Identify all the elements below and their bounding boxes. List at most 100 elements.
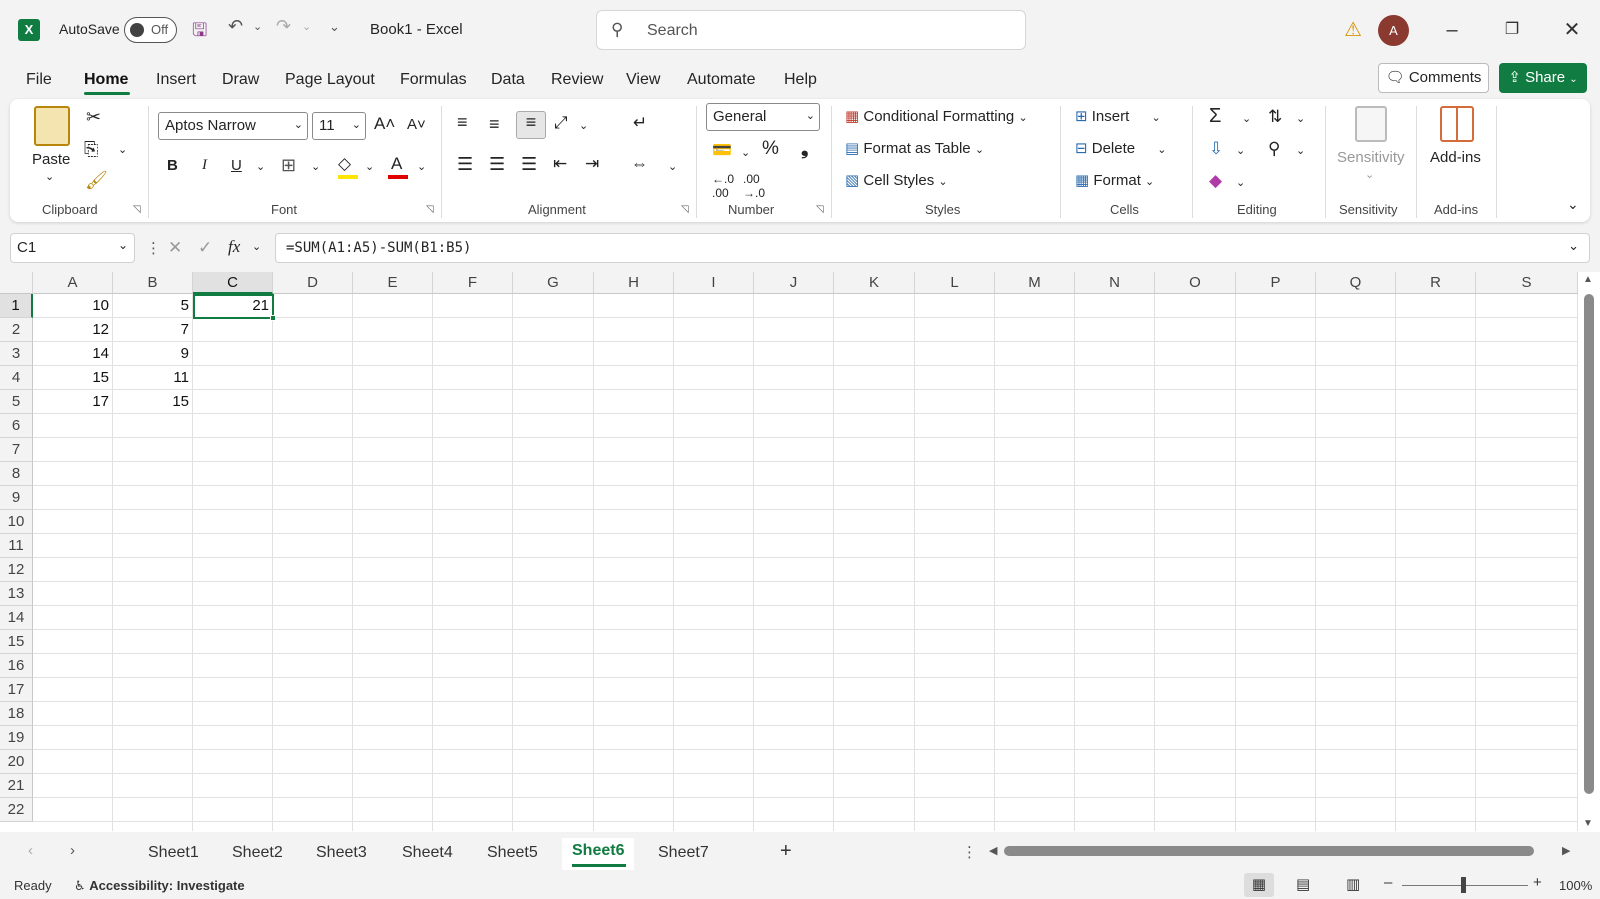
bottom-align-button[interactable]: ≡ bbox=[516, 111, 546, 139]
paste-dropdown-icon[interactable]: ⌄ bbox=[45, 170, 54, 183]
sensitivity-dropdown-icon[interactable]: ⌄ bbox=[1365, 168, 1374, 181]
row-header-3[interactable]: 3 bbox=[0, 342, 33, 366]
row-header-1[interactable]: 1 bbox=[0, 294, 33, 318]
cell-b2[interactable]: 7 bbox=[113, 318, 193, 342]
cell-b5[interactable]: 15 bbox=[113, 390, 193, 414]
merge-center-icon[interactable]: ⇔ bbox=[631, 154, 648, 174]
column-header-d[interactable]: D bbox=[273, 272, 353, 294]
underline-dropdown-icon[interactable]: ⌄ bbox=[256, 160, 265, 173]
column-header-k[interactable]: K bbox=[834, 272, 915, 294]
number-format-select[interactable]: General ⌄ bbox=[706, 103, 820, 131]
bold-button[interactable]: B bbox=[167, 157, 178, 174]
decrease-decimal-icon[interactable]: .00 →.0 bbox=[743, 172, 765, 200]
cell-a4[interactable]: 15 bbox=[33, 366, 113, 390]
underline-button[interactable]: U bbox=[231, 157, 242, 174]
percent-icon[interactable]: % bbox=[762, 138, 779, 160]
tab-draw[interactable]: Draw bbox=[222, 71, 259, 89]
currency-dropdown-icon[interactable]: ⌄ bbox=[741, 146, 750, 159]
scroll-right-icon[interactable]: ▶ bbox=[1562, 844, 1570, 857]
merge-dropdown-icon[interactable]: ⌄ bbox=[668, 160, 677, 173]
tab-review[interactable]: Review bbox=[551, 71, 603, 89]
undo-dropdown-icon[interactable]: ⌄ bbox=[253, 20, 262, 33]
find-select-icon[interactable]: ⚲ bbox=[1268, 139, 1280, 159]
search-box[interactable]: ⚲ Search bbox=[596, 10, 1026, 50]
column-header-f[interactable]: F bbox=[433, 272, 513, 294]
tab-formulas[interactable]: Formulas bbox=[400, 71, 467, 89]
add-ins-icon[interactable] bbox=[1440, 106, 1474, 142]
tab-file[interactable]: File bbox=[26, 71, 52, 89]
add-ins-button[interactable]: Add-ins bbox=[1430, 149, 1481, 166]
font-size-select[interactable]: 11 ⌄ bbox=[312, 112, 366, 140]
decrease-indent-icon[interactable]: ⇤ bbox=[553, 154, 567, 174]
row-header-9[interactable]: 9 bbox=[0, 486, 33, 510]
row-header-22[interactable]: 22 bbox=[0, 798, 33, 822]
column-header-o[interactable]: O bbox=[1155, 272, 1236, 294]
prev-sheet-icon[interactable]: ‹ bbox=[28, 842, 33, 859]
autosum-icon[interactable]: Σ bbox=[1209, 105, 1221, 128]
page-break-view-icon[interactable]: ▥ bbox=[1346, 875, 1360, 893]
orientation-dropdown-icon[interactable]: ⌄ bbox=[579, 119, 588, 132]
share-button[interactable]: ⇪ Share ⌄ bbox=[1499, 63, 1587, 93]
close-icon[interactable]: ✕ bbox=[1552, 12, 1592, 48]
conditional-formatting-button[interactable]: ▦ Conditional Formatting ⌄ bbox=[845, 107, 1028, 125]
more-sheets-icon[interactable]: ⋮ bbox=[962, 843, 977, 861]
number-launcher-icon[interactable]: ◹ bbox=[816, 204, 824, 215]
sheet-tab-sheet5[interactable]: Sheet5 bbox=[487, 844, 538, 862]
tab-insert[interactable]: Insert bbox=[156, 71, 196, 89]
column-header-j[interactable]: J bbox=[754, 272, 834, 294]
row-header-6[interactable]: 6 bbox=[0, 414, 33, 438]
vertical-scroll-thumb[interactable] bbox=[1584, 294, 1594, 794]
comma-icon[interactable]: ❟ bbox=[801, 138, 808, 160]
row-header-11[interactable]: 11 bbox=[0, 534, 33, 558]
function-dropdown-icon[interactable]: ⌄ bbox=[252, 240, 261, 253]
column-header-r[interactable]: R bbox=[1396, 272, 1476, 294]
sheet-tab-sheet7[interactable]: Sheet7 bbox=[658, 844, 709, 862]
autosum-dropdown-icon[interactable]: ⌄ bbox=[1242, 112, 1251, 125]
scroll-up-icon[interactable]: ▲ bbox=[1583, 274, 1593, 285]
row-header-17[interactable]: 17 bbox=[0, 678, 33, 702]
tab-view[interactable]: View bbox=[626, 71, 660, 89]
format-as-table-button[interactable]: ▤ Format as Table ⌄ bbox=[845, 139, 984, 157]
align-right-icon[interactable]: ☰ bbox=[521, 154, 537, 175]
row-header-12[interactable]: 12 bbox=[0, 558, 33, 582]
column-header-c[interactable]: C bbox=[193, 272, 273, 294]
font-color-dropdown-icon[interactable]: ⌄ bbox=[417, 160, 426, 173]
row-header-5[interactable]: 5 bbox=[0, 390, 33, 414]
more-options-icon[interactable]: ⋮ bbox=[146, 239, 161, 257]
cell-a3[interactable]: 14 bbox=[33, 342, 113, 366]
insert-function-icon[interactable]: fx bbox=[228, 237, 240, 257]
alignment-launcher-icon[interactable]: ◹ bbox=[681, 204, 689, 215]
align-center-icon[interactable]: ☰ bbox=[489, 154, 505, 175]
add-sheet-icon[interactable]: + bbox=[780, 840, 792, 863]
clear-icon[interactable]: ◆ bbox=[1209, 171, 1222, 191]
format-painter-icon[interactable]: 🖌 bbox=[85, 170, 108, 191]
customize-qat-icon[interactable]: ⌄ bbox=[329, 19, 340, 35]
row-header-10[interactable]: 10 bbox=[0, 510, 33, 534]
redo-dropdown-icon[interactable]: ⌄ bbox=[302, 20, 311, 33]
align-left-icon[interactable]: ☰ bbox=[457, 154, 473, 175]
column-header-h[interactable]: H bbox=[594, 272, 674, 294]
fill-dropdown-icon[interactable]: ⌄ bbox=[1236, 144, 1245, 157]
cell-a2[interactable]: 12 bbox=[33, 318, 113, 342]
copy-dropdown-icon[interactable]: ⌄ bbox=[118, 143, 127, 156]
clear-dropdown-icon[interactable]: ⌄ bbox=[1236, 176, 1245, 189]
ribbon-collapse-icon[interactable]: ⌄ bbox=[1567, 196, 1579, 213]
formula-input[interactable]: =SUM(A1:A5)-SUM(B1:B5) ⌄ bbox=[275, 233, 1590, 263]
normal-view-icon[interactable]: ▦ bbox=[1244, 873, 1274, 897]
tab-home[interactable]: Home bbox=[84, 71, 128, 89]
column-header-p[interactable]: P bbox=[1236, 272, 1316, 294]
font-launcher-icon[interactable]: ◹ bbox=[426, 204, 434, 215]
fill-handle[interactable] bbox=[270, 315, 276, 321]
row-header-15[interactable]: 15 bbox=[0, 630, 33, 654]
top-align-icon[interactable]: ≡ bbox=[457, 112, 468, 133]
page-layout-view-icon[interactable]: ▤ bbox=[1296, 875, 1310, 893]
minimize-icon[interactable]: – bbox=[1432, 12, 1472, 48]
zoom-level[interactable]: 100% bbox=[1559, 878, 1592, 893]
increase-indent-icon[interactable]: ⇥ bbox=[585, 154, 599, 174]
currency-icon[interactable]: 💳 bbox=[712, 140, 732, 160]
cell-styles-button[interactable]: ▧ Cell Styles ⌄ bbox=[845, 171, 948, 189]
italic-button[interactable]: I bbox=[202, 157, 207, 174]
restore-icon[interactable]: ❐ bbox=[1492, 12, 1532, 48]
column-header-g[interactable]: G bbox=[513, 272, 594, 294]
tab-automate[interactable]: Automate bbox=[687, 71, 755, 89]
